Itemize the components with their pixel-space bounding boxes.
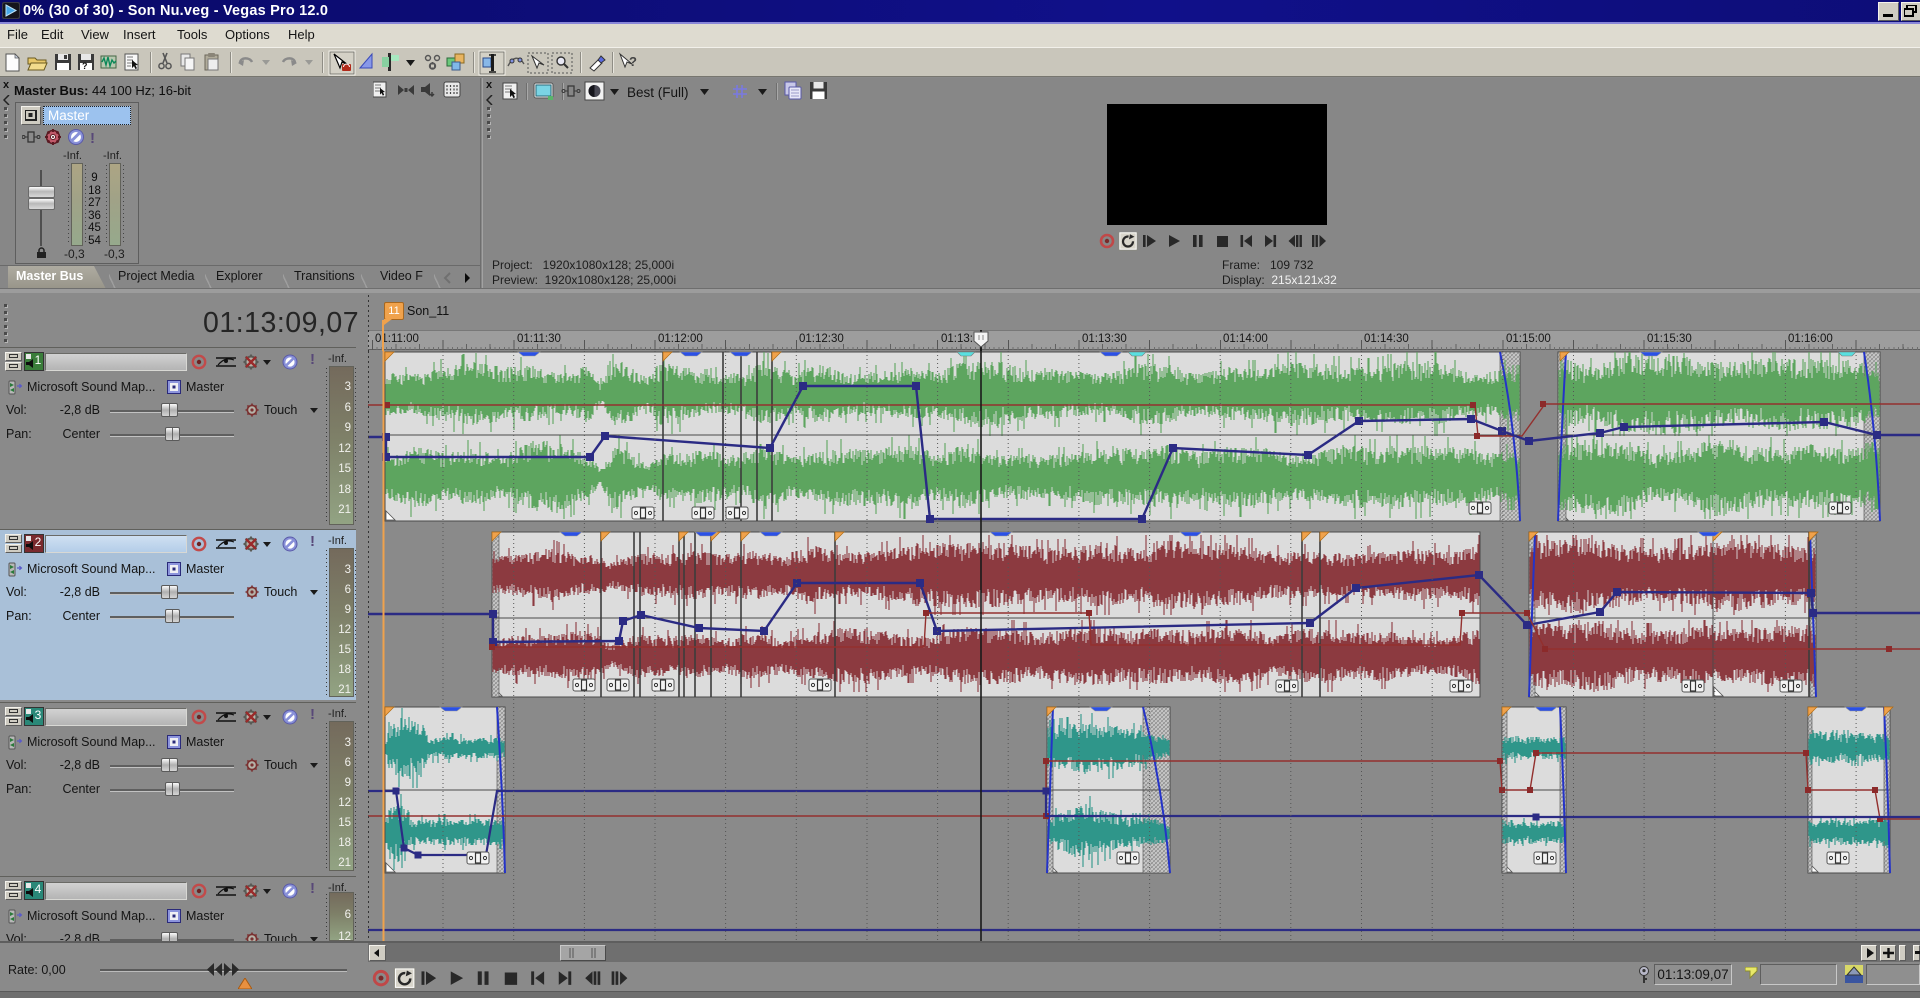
svg-text:?: ? [629,54,637,69]
svg-text:?: ? [82,61,88,71]
svg-text:!: ! [90,130,95,147]
svg-text:Best (Full): Best (Full) [627,85,689,100]
